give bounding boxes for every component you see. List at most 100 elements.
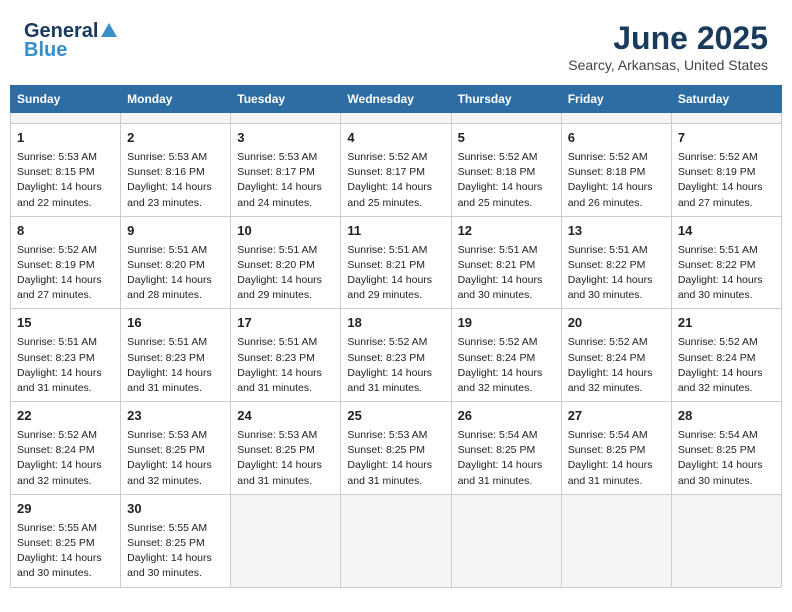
calendar-day-cell: 18Sunrise: 5:52 AMSunset: 8:23 PMDayligh…	[341, 309, 451, 402]
logo: General Blue	[24, 20, 118, 62]
page-header: General Blue June 2025 Searcy, Arkansas,…	[10, 10, 782, 79]
calendar-day-cell: 15 Sunrise: 5:51 AMSunset: 8:23 PMDayligh…	[11, 309, 121, 402]
calendar-day-cell: 27 Sunrise: 5:54 AMSunset: 8:25 PMDayligh…	[561, 402, 671, 495]
calendar-day-cell	[121, 113, 231, 124]
day-number: 16	[127, 314, 224, 333]
day-number: 12	[458, 222, 555, 241]
calendar-day-cell: 8 Sunrise: 5:52 AMSunset: 8:19 PMDaylight…	[11, 216, 121, 309]
title-block: June 2025 Searcy, Arkansas, United State…	[568, 20, 768, 73]
calendar-day-cell: 11 Sunrise: 5:51 AMSunset: 8:21 PMDayligh…	[341, 216, 451, 309]
day-info: Sunrise: 5:51 AMSunset: 8:23 PMDaylight:…	[17, 335, 114, 396]
day-number: 5	[458, 129, 555, 148]
calendar-week-row: 1 Sunrise: 5:53 AMSunset: 8:15 PMDaylight…	[11, 124, 782, 217]
day-info: Sunrise: 5:52 AMSunset: 8:24 PMDaylight:…	[678, 335, 775, 396]
day-number: 27	[568, 407, 665, 426]
month-title: June 2025	[568, 20, 768, 57]
day-number: 11	[347, 222, 444, 241]
day-number: 15	[17, 314, 114, 333]
calendar-day-cell: 21 Sunrise: 5:52 AMSunset: 8:24 PMDayligh…	[671, 309, 781, 402]
calendar-day-cell	[341, 494, 451, 587]
calendar-header-wednesday: Wednesday	[341, 86, 451, 113]
day-number: 22	[17, 407, 114, 426]
calendar-week-row: 29 Sunrise: 5:55 AMSunset: 8:25 PMDayligh…	[11, 494, 782, 587]
calendar-day-cell: 13 Sunrise: 5:51 AMSunset: 8:22 PMDayligh…	[561, 216, 671, 309]
calendar-day-cell: 1 Sunrise: 5:53 AMSunset: 8:15 PMDaylight…	[11, 124, 121, 217]
day-number: 6	[568, 129, 665, 148]
calendar-day-cell: 26 Sunrise: 5:54 AMSunset: 8:25 PMDayligh…	[451, 402, 561, 495]
day-info: Sunrise: 5:51 AMSunset: 8:21 PMDaylight:…	[458, 243, 555, 304]
day-info: Sunrise: 5:54 AMSunset: 8:25 PMDaylight:…	[568, 428, 665, 489]
day-number: 17	[237, 314, 334, 333]
day-number: 23	[127, 407, 224, 426]
calendar-header-friday: Friday	[561, 86, 671, 113]
calendar-day-cell: 30Sunrise: 5:55 AMSunset: 8:25 PMDayligh…	[121, 494, 231, 587]
day-info: Sunrise: 5:52 AMSunset: 8:18 PMDaylight:…	[458, 150, 555, 211]
calendar-day-cell: 16Sunrise: 5:51 AMSunset: 8:23 PMDayligh…	[121, 309, 231, 402]
day-info: Sunrise: 5:52 AMSunset: 8:19 PMDaylight:…	[17, 243, 114, 304]
day-number: 19	[458, 314, 555, 333]
calendar-header-saturday: Saturday	[671, 86, 781, 113]
calendar-day-cell: 6 Sunrise: 5:52 AMSunset: 8:18 PMDaylight…	[561, 124, 671, 217]
day-info: Sunrise: 5:53 AMSunset: 8:25 PMDaylight:…	[127, 428, 224, 489]
calendar-header-monday: Monday	[121, 86, 231, 113]
day-number: 25	[347, 407, 444, 426]
calendar-day-cell	[451, 113, 561, 124]
calendar-header-row: SundayMondayTuesdayWednesdayThursdayFrid…	[11, 86, 782, 113]
day-number: 7	[678, 129, 775, 148]
day-info: Sunrise: 5:52 AMSunset: 8:17 PMDaylight:…	[347, 150, 444, 211]
calendar-day-cell: 4 Sunrise: 5:52 AMSunset: 8:17 PMDaylight…	[341, 124, 451, 217]
calendar-day-cell	[11, 113, 121, 124]
calendar-day-cell: 19Sunrise: 5:52 AMSunset: 8:24 PMDayligh…	[451, 309, 561, 402]
calendar-day-cell	[451, 494, 561, 587]
day-number: 1	[17, 129, 114, 148]
day-info: Sunrise: 5:51 AMSunset: 8:20 PMDaylight:…	[127, 243, 224, 304]
calendar-day-cell: 14Sunrise: 5:51 AMSunset: 8:22 PMDayligh…	[671, 216, 781, 309]
calendar-day-cell	[231, 494, 341, 587]
day-info: Sunrise: 5:53 AMSunset: 8:25 PMDaylight:…	[347, 428, 444, 489]
day-info: Sunrise: 5:51 AMSunset: 8:23 PMDaylight:…	[237, 335, 334, 396]
day-number: 2	[127, 129, 224, 148]
calendar-day-cell: 22Sunrise: 5:52 AMSunset: 8:24 PMDayligh…	[11, 402, 121, 495]
day-number: 21	[678, 314, 775, 333]
day-info: Sunrise: 5:51 AMSunset: 8:21 PMDaylight:…	[347, 243, 444, 304]
day-number: 24	[237, 407, 334, 426]
day-info: Sunrise: 5:55 AMSunset: 8:25 PMDaylight:…	[17, 521, 114, 582]
day-info: Sunrise: 5:53 AMSunset: 8:25 PMDaylight:…	[237, 428, 334, 489]
calendar-day-cell: 9 Sunrise: 5:51 AMSunset: 8:20 PMDaylight…	[121, 216, 231, 309]
day-info: Sunrise: 5:53 AMSunset: 8:15 PMDaylight:…	[17, 150, 114, 211]
day-number: 13	[568, 222, 665, 241]
day-info: Sunrise: 5:55 AMSunset: 8:25 PMDaylight:…	[127, 521, 224, 582]
logo-blue: Blue	[24, 39, 67, 62]
calendar-week-row: 22Sunrise: 5:52 AMSunset: 8:24 PMDayligh…	[11, 402, 782, 495]
day-number: 28	[678, 407, 775, 426]
day-info: Sunrise: 5:52 AMSunset: 8:24 PMDaylight:…	[568, 335, 665, 396]
calendar-day-cell: 12 Sunrise: 5:51 AMSunset: 8:21 PMDayligh…	[451, 216, 561, 309]
day-number: 9	[127, 222, 224, 241]
calendar-header-tuesday: Tuesday	[231, 86, 341, 113]
day-number: 29	[17, 500, 114, 519]
day-info: Sunrise: 5:52 AMSunset: 8:23 PMDaylight:…	[347, 335, 444, 396]
calendar-day-cell: 2 Sunrise: 5:53 AMSunset: 8:16 PMDaylight…	[121, 124, 231, 217]
day-info: Sunrise: 5:54 AMSunset: 8:25 PMDaylight:…	[678, 428, 775, 489]
calendar-day-cell	[671, 494, 781, 587]
day-info: Sunrise: 5:54 AMSunset: 8:25 PMDaylight:…	[458, 428, 555, 489]
day-info: Sunrise: 5:53 AMSunset: 8:16 PMDaylight:…	[127, 150, 224, 211]
calendar-day-cell	[341, 113, 451, 124]
calendar-day-cell: 10Sunrise: 5:51 AMSunset: 8:20 PMDayligh…	[231, 216, 341, 309]
day-info: Sunrise: 5:52 AMSunset: 8:18 PMDaylight:…	[568, 150, 665, 211]
calendar-day-cell: 28 Sunrise: 5:54 AMSunset: 8:25 PMDayligh…	[671, 402, 781, 495]
day-number: 26	[458, 407, 555, 426]
calendar-week-row: 15 Sunrise: 5:51 AMSunset: 8:23 PMDayligh…	[11, 309, 782, 402]
day-number: 4	[347, 129, 444, 148]
calendar-week-row	[11, 113, 782, 124]
calendar-day-cell: 20Sunrise: 5:52 AMSunset: 8:24 PMDayligh…	[561, 309, 671, 402]
day-number: 14	[678, 222, 775, 241]
day-info: Sunrise: 5:51 AMSunset: 8:20 PMDaylight:…	[237, 243, 334, 304]
calendar-header-thursday: Thursday	[451, 86, 561, 113]
calendar-table: SundayMondayTuesdayWednesdayThursdayFrid…	[10, 85, 782, 588]
calendar-week-row: 8 Sunrise: 5:52 AMSunset: 8:19 PMDaylight…	[11, 216, 782, 309]
day-info: Sunrise: 5:53 AMSunset: 8:17 PMDaylight:…	[237, 150, 334, 211]
calendar-day-cell: 24 Sunrise: 5:53 AMSunset: 8:25 PMDayligh…	[231, 402, 341, 495]
day-info: Sunrise: 5:51 AMSunset: 8:22 PMDaylight:…	[568, 243, 665, 304]
day-number: 8	[17, 222, 114, 241]
